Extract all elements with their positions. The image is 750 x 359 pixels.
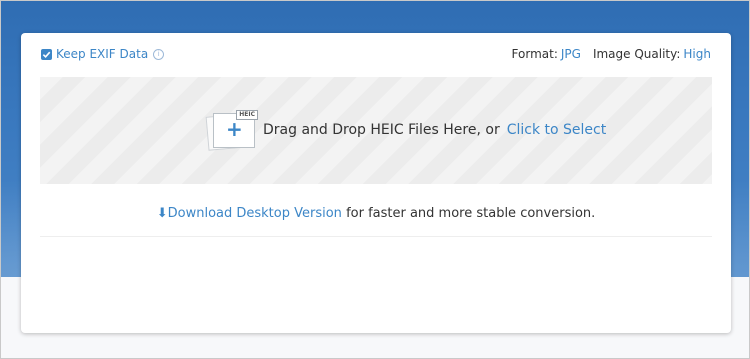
dropzone-content: + HEIC Drag and Drop HEIC Files Here, or… — [205, 110, 607, 151]
divider — [40, 236, 712, 237]
file-plus-icon[interactable]: + HEIC — [205, 110, 258, 151]
file-front-sheet: + HEIC — [213, 110, 258, 148]
converter-card: Keep EXIF Data i Format: JPG Image Qualit… — [21, 33, 731, 333]
info-icon[interactable]: i — [153, 48, 165, 60]
dropzone-prompt: Drag and Drop HEIC Files Here, or — [263, 122, 500, 138]
download-row: ⬇Download Desktop Version for faster and… — [21, 206, 731, 221]
check-icon[interactable] — [41, 48, 52, 60]
heic-badge: HEIC — [236, 110, 258, 120]
download-arrow-icon[interactable]: ⬇ — [157, 206, 168, 221]
quality-setting: Image Quality: High — [593, 47, 711, 61]
format-value[interactable]: JPG — [561, 47, 581, 61]
keep-exif-checkbox[interactable]: Keep EXIF Data i — [41, 47, 165, 61]
download-link-label[interactable]: Download Desktop Version — [168, 206, 342, 221]
keep-exif-label[interactable]: Keep EXIF Data — [56, 47, 148, 61]
page-frame: Keep EXIF Data i Format: JPG Image Qualit… — [0, 0, 750, 359]
download-suffix: for faster and more stable conversion. — [341, 206, 596, 221]
plus-icon: + — [226, 117, 243, 141]
conversion-settings: Format: JPG Image Quality: High — [512, 47, 711, 61]
options-bar: Keep EXIF Data i Format: JPG Image Qualit… — [21, 33, 731, 75]
format-label: Format: — [511, 47, 558, 61]
download-desktop-link[interactable]: ⬇Download Desktop Version — [157, 206, 342, 221]
click-to-select-link[interactable]: Click to Select — [507, 122, 607, 138]
quality-value[interactable]: High — [683, 47, 711, 61]
quality-label: Image Quality: — [592, 47, 681, 61]
format-setting: Format: JPG — [512, 47, 581, 61]
file-dropzone[interactable]: + HEIC Drag and Drop HEIC Files Here, or… — [40, 77, 712, 184]
